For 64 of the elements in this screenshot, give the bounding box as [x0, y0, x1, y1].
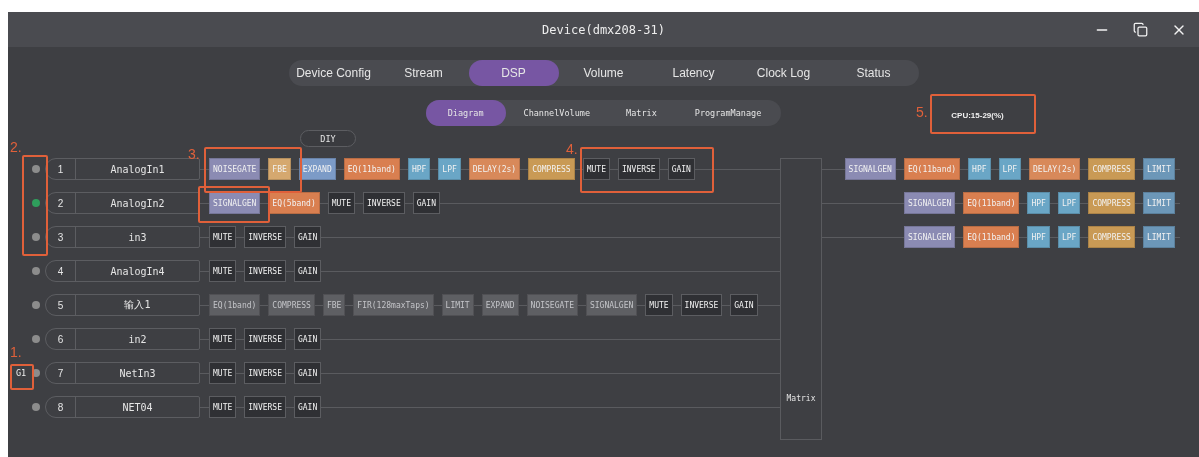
channel-number: 7 [46, 363, 76, 383]
channel-name: in3 [127, 230, 148, 245]
tab[interactable]: Clock Log [738, 60, 829, 86]
dsp-block[interactable]: MUTE [209, 226, 237, 248]
diy-button[interactable]: DIY [300, 130, 356, 147]
dsp-block[interactable]: INVERSE [244, 226, 286, 248]
annotation-box [10, 364, 34, 390]
dsp-block[interactable]: INVERSE [244, 362, 286, 384]
channel-name: AnalogIn1 [109, 162, 166, 177]
dsp-block[interactable]: MUTE [327, 192, 355, 214]
channel-number: 5 [46, 295, 76, 315]
dsp-block[interactable]: INVERSE [244, 260, 286, 282]
tab[interactable]: Status [828, 60, 919, 86]
dsp-block[interactable]: INVERSE [244, 328, 286, 350]
matrix-block[interactable]: Matrix [780, 158, 822, 440]
cpu-usage: CPU:15-29(%) [951, 111, 1004, 120]
tab[interactable]: Stream [378, 60, 469, 86]
channel-name: NetIn3 [118, 366, 157, 381]
tab[interactable]: Volume [558, 60, 649, 86]
subtab[interactable]: ProgramManage [674, 100, 782, 126]
dsp-block[interactable]: MUTE [209, 396, 237, 418]
channel-name: NET04 [121, 400, 154, 415]
channel-name: 输入1 [123, 298, 152, 312]
annotation-number: 2. [10, 139, 22, 155]
channel-name: AnalogIn4 [109, 264, 166, 279]
dsp-block[interactable]: INVERSE [680, 294, 723, 316]
annotation-number: 4. [566, 141, 578, 157]
group-tag: G1 [15, 368, 27, 378]
dsp-block[interactable]: GAIN [294, 226, 322, 248]
dsp-block[interactable]: MUTE [209, 328, 237, 350]
subtab[interactable]: Matrix [608, 100, 675, 126]
subtab[interactable]: ChannelVolume [505, 100, 609, 126]
dsp-block[interactable]: GAIN [294, 328, 322, 350]
dsp-block[interactable]: GAIN [667, 158, 695, 180]
tab[interactable]: Device Config [288, 60, 379, 86]
dsp-block[interactable]: MUTE [209, 260, 237, 282]
channel-number: 3 [46, 227, 76, 247]
dsp-block[interactable]: INVERSE [617, 158, 660, 180]
channel-number: 1 [46, 159, 76, 179]
annotation-number: 5. [916, 104, 928, 120]
matrix-label: Matrix [786, 394, 816, 403]
dsp-block[interactable]: INVERSE [363, 192, 405, 214]
annotation-number: 1. [10, 344, 22, 360]
channel-number: 4 [46, 261, 76, 281]
tab[interactable]: Latency [648, 60, 739, 86]
channel-number: 8 [46, 397, 76, 417]
annotation-box [198, 186, 270, 223]
restore-icon[interactable] [1133, 22, 1148, 37]
dsp-block[interactable]: MUTE [645, 294, 673, 316]
dsp-block[interactable]: GAIN [294, 260, 322, 282]
subtab[interactable]: Diagram [425, 100, 506, 126]
dsp-block[interactable]: MUTE [582, 158, 610, 180]
dsp-block[interactable]: GAIN [412, 192, 440, 214]
dsp-block[interactable]: GAIN [294, 362, 322, 384]
tab[interactable]: DSP [468, 60, 559, 86]
dsp-block[interactable]: INVERSE [244, 396, 286, 418]
channel-name: in2 [127, 332, 148, 347]
channel-number: 2 [46, 193, 76, 213]
channel-name: AnalogIn2 [109, 196, 166, 211]
window-title: Device(dmx208-31) [542, 22, 665, 37]
dsp-block[interactable]: GAIN [730, 294, 758, 316]
channel-number: 6 [46, 329, 76, 349]
dsp-block[interactable]: GAIN [294, 396, 322, 418]
dsp-block[interactable]: MUTE [209, 362, 237, 384]
